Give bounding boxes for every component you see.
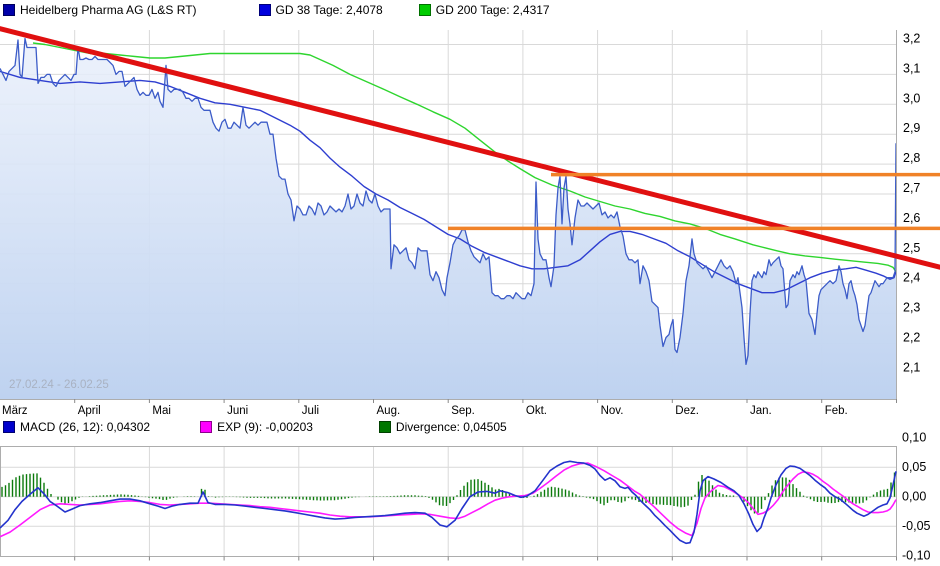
price-legend: Heidelberg Pharma AG (L&S RT) GD 38 Tage…: [3, 3, 550, 17]
chart-canvas: 3,2 3,1 3,0 2,9 2,8 2,7 2,6 2,5 2,4 2,3 2,2 2,1 27.0…: [0, 0, 940, 566]
gd38-label: GD 38 Tage: 2,4078: [276, 3, 383, 17]
macd-y-tick-label: 0,10: [902, 431, 926, 445]
macd-y-tick-label: 0,05: [902, 460, 926, 474]
instrument-label: Heidelberg Pharma AG (L&S RT): [20, 3, 197, 17]
macd-y-tick-label: -0,05: [902, 519, 931, 533]
month-label: Dez.: [675, 405, 699, 417]
stock-chart-page: 3,2 3,1 3,0 2,9 2,8 2,7 2,6 2,5 2,4 2,3 2,2 2,1 27.0…: [0, 0, 940, 566]
macd-label: MACD (26, 12): 0,04302: [20, 420, 150, 434]
month-label: Juni: [227, 405, 248, 417]
price-y-tick-label: 2,4: [903, 271, 920, 285]
month-label: April: [78, 405, 101, 417]
month-label: Sep.: [451, 405, 475, 417]
gd200-swatch: [419, 4, 431, 16]
exp-swatch: [200, 421, 212, 433]
legend-item-instrument: Heidelberg Pharma AG (L&S RT): [3, 3, 197, 17]
month-label: Nov.: [601, 405, 624, 417]
macd-y-tick-label: -0,10: [902, 549, 931, 563]
price-y-tick-label: 2,3: [903, 301, 920, 315]
month-label: Okt.: [526, 405, 547, 417]
price-y-tick-label: 3,0: [903, 91, 920, 105]
month-label: März: [2, 405, 28, 417]
macd-y-tick-label: 0,00: [902, 490, 926, 504]
month-label: Feb.: [825, 405, 848, 417]
price-y-tick-label: 3,2: [903, 32, 920, 46]
price-y-tick-label: 2,6: [903, 211, 920, 225]
macd-swatch: [3, 421, 15, 433]
price-y-tick-label: 2,1: [903, 360, 920, 374]
legend-item-divergence: Divergence: 0,04505: [379, 420, 507, 434]
month-label: Mai: [152, 405, 171, 417]
instrument-swatch: [3, 4, 15, 16]
price-y-tick-label: 3,1: [903, 61, 920, 75]
price-y-tick-label: 2,9: [903, 121, 920, 135]
month-label: Juli: [302, 405, 319, 417]
price-y-tick-label: 2,5: [903, 241, 920, 255]
legend-item-gd200: GD 200 Tage: 2,4317: [419, 3, 550, 17]
price-y-tick-label: 2,8: [903, 151, 920, 165]
legend-item-exp: EXP (9): -0,00203: [200, 420, 313, 434]
legend-item-gd38: GD 38 Tage: 2,4078: [259, 3, 383, 17]
gd38-swatch: [259, 4, 271, 16]
exp-label: EXP (9): -0,00203: [217, 420, 313, 434]
legend-item-macd: MACD (26, 12): 0,04302: [3, 420, 150, 434]
price-y-tick-label: 2,7: [903, 181, 920, 195]
date-range-watermark: 27.02.24 - 26.02.25: [9, 379, 109, 391]
month-label: Aug.: [377, 405, 401, 417]
month-label: Jan.: [750, 405, 772, 417]
divergence-swatch: [379, 421, 391, 433]
gd200-label: GD 200 Tage: 2,4317: [436, 3, 550, 17]
price-y-tick-label: 2,2: [903, 331, 920, 345]
macd-legend: MACD (26, 12): 0,04302 EXP (9): -0,00203…: [3, 420, 507, 434]
divergence-label: Divergence: 0,04505: [396, 420, 507, 434]
